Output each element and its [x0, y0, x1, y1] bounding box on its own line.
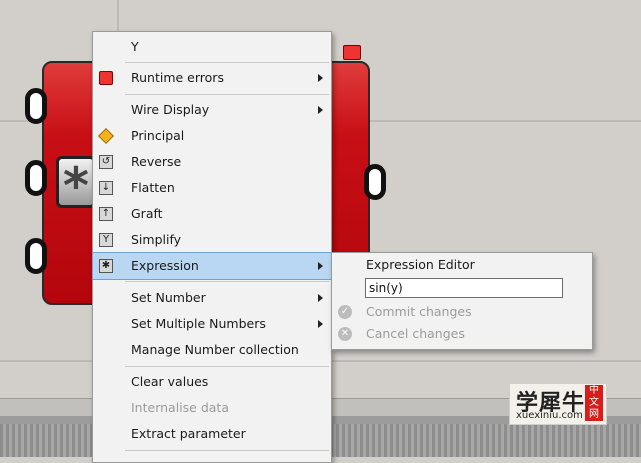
menu-item-label: Expression: [131, 258, 199, 273]
menu-item-flatten[interactable]: ↓ Flatten: [93, 175, 331, 201]
menu-separator: [125, 62, 329, 63]
menu-item-clear-values[interactable]: Clear values: [93, 369, 331, 395]
menu-separator: [125, 366, 329, 367]
menu-item-label: Flatten: [131, 180, 175, 195]
cancel-changes-item: ✕ Cancel changes: [332, 323, 592, 345]
menu-item-label: Y: [131, 39, 139, 54]
menu-item-y[interactable]: Y: [93, 34, 331, 60]
menu-item-principal[interactable]: Principal: [93, 123, 331, 149]
submenu-arrow-icon: [318, 320, 323, 328]
expression-asterisk-icon: *: [56, 156, 96, 208]
menu-item-label: Set Number: [131, 290, 206, 305]
expression-icon: ✱: [99, 259, 113, 273]
menu-item-label: Manage Number collection: [131, 342, 299, 357]
input-grip-x[interactable]: [25, 88, 47, 124]
graft-icon: ↑: [99, 207, 113, 221]
menu-item-extract-parameter[interactable]: Extract parameter: [93, 421, 331, 447]
menu-item-set-multiple-numbers[interactable]: Set Multiple Numbers: [93, 311, 331, 337]
submenu-arrow-icon: [318, 74, 323, 82]
menu-item-runtime-errors[interactable]: Runtime errors: [93, 65, 331, 91]
menu-item-internalise-data: Internalise data: [93, 395, 331, 421]
menu-item-label: Extract parameter: [131, 426, 246, 441]
commit-changes-item: ✓ Commit changes: [332, 301, 592, 323]
cancel-x-icon: ✕: [338, 327, 352, 341]
submenu-arrow-icon: [318, 106, 323, 114]
watermark-url: xuexiniu.com: [516, 410, 583, 421]
menu-item-label: Clear values: [131, 374, 209, 389]
commit-check-icon: ✓: [338, 305, 352, 319]
menu-item-label: Reverse: [131, 154, 182, 169]
menu-separator: [125, 281, 329, 282]
menu-item-label: Runtime errors: [131, 70, 224, 85]
expression-submenu: Expression Editor ✓ Commit changes ✕ Can…: [331, 252, 593, 350]
expression-editor-item[interactable]: Expression Editor: [332, 254, 592, 276]
menu-item-label: Internalise data: [131, 400, 229, 415]
menu-item-label: Wire Display: [131, 102, 210, 117]
expression-editor-label: Expression Editor: [366, 257, 475, 272]
flatten-icon: ↓: [99, 181, 113, 195]
error-balloon-icon: [99, 71, 113, 85]
watermark-badge: 中文网: [585, 385, 603, 421]
menu-item-label: Simplify: [131, 232, 182, 247]
menu-item-set-number[interactable]: Set Number: [93, 285, 331, 311]
menu-item-simplify[interactable]: Y Simplify: [93, 227, 331, 253]
context-menu: Y Runtime errors Wire Display Principal …: [92, 31, 332, 463]
menu-item-reverse[interactable]: ↺ Reverse: [93, 149, 331, 175]
menu-item-graft[interactable]: ↑ Graft: [93, 201, 331, 227]
menu-item-label: Graft: [131, 206, 163, 221]
expression-input[interactable]: [365, 278, 563, 298]
simplify-icon: Y: [99, 233, 113, 247]
cancel-changes-label: Cancel changes: [366, 326, 465, 341]
submenu-arrow-icon: [318, 294, 323, 302]
warning-flag-icon: [343, 45, 361, 60]
menu-item-wire-display[interactable]: Wire Display: [93, 97, 331, 123]
menu-separator: [125, 450, 329, 451]
menu-item-manage-number-collection[interactable]: Manage Number collection: [93, 337, 331, 363]
input-grip-y[interactable]: [25, 160, 47, 196]
submenu-arrow-icon: [318, 262, 323, 270]
menu-item-label: Set Multiple Numbers: [131, 316, 266, 331]
menu-item-label: Principal: [131, 128, 185, 143]
menu-item-expression[interactable]: ✱ Expression: [92, 252, 332, 280]
principal-diamond-icon: [98, 128, 114, 144]
commit-changes-label: Commit changes: [366, 304, 472, 319]
input-grip-z[interactable]: [25, 238, 47, 274]
menu-separator: [125, 94, 329, 95]
reverse-icon: ↺: [99, 155, 113, 169]
output-grip[interactable]: [364, 164, 386, 200]
